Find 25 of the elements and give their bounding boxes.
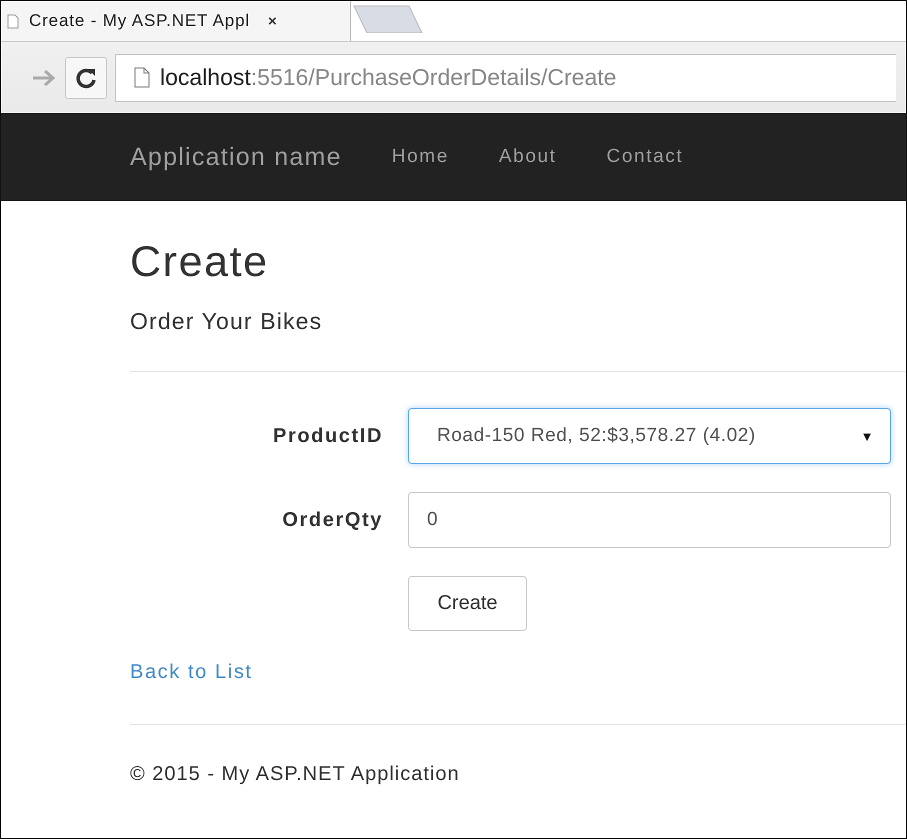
nav-link[interactable]: About [498,146,557,168]
tab-title: Create - My ASP.NET Appl [29,11,250,31]
caret-icon: ▼ [860,428,874,444]
address-bar[interactable]: localhost:5516/PurchaseOrderDetails/Create [115,54,896,102]
close-icon[interactable]: × [268,12,278,30]
create-button[interactable]: Create [408,576,527,632]
back-link[interactable]: Back to List [130,661,253,684]
document-icon [7,14,19,28]
page-heading: Create [130,239,270,286]
forward-arrow-icon[interactable] [31,68,57,88]
reload-icon [75,66,97,88]
browser-tab[interactable]: Create - My ASP.NET Appl × [1,1,351,41]
new-tab-button[interactable] [353,5,423,33]
page-icon [134,67,150,88]
page-subheading: Order Your Bikes [130,308,324,336]
reload-button[interactable] [65,56,107,98]
input-field[interactable]: 0 [408,492,891,548]
url-text: localhost:5516/PurchaseOrderDetails/Create [160,64,616,91]
footer-text: © 2015 - My ASP.NET Application [130,763,461,786]
field-label: OrderQty [281,508,384,532]
brand-link[interactable]: Application name [130,142,342,172]
product-dropdown[interactable]: Road-150 Red, 52:$3,578.27 (4.02) ▼ [408,408,891,464]
field-label: ProductID [272,424,384,448]
nav-link[interactable]: Home [392,146,449,168]
nav-link[interactable]: Contact [606,146,684,168]
